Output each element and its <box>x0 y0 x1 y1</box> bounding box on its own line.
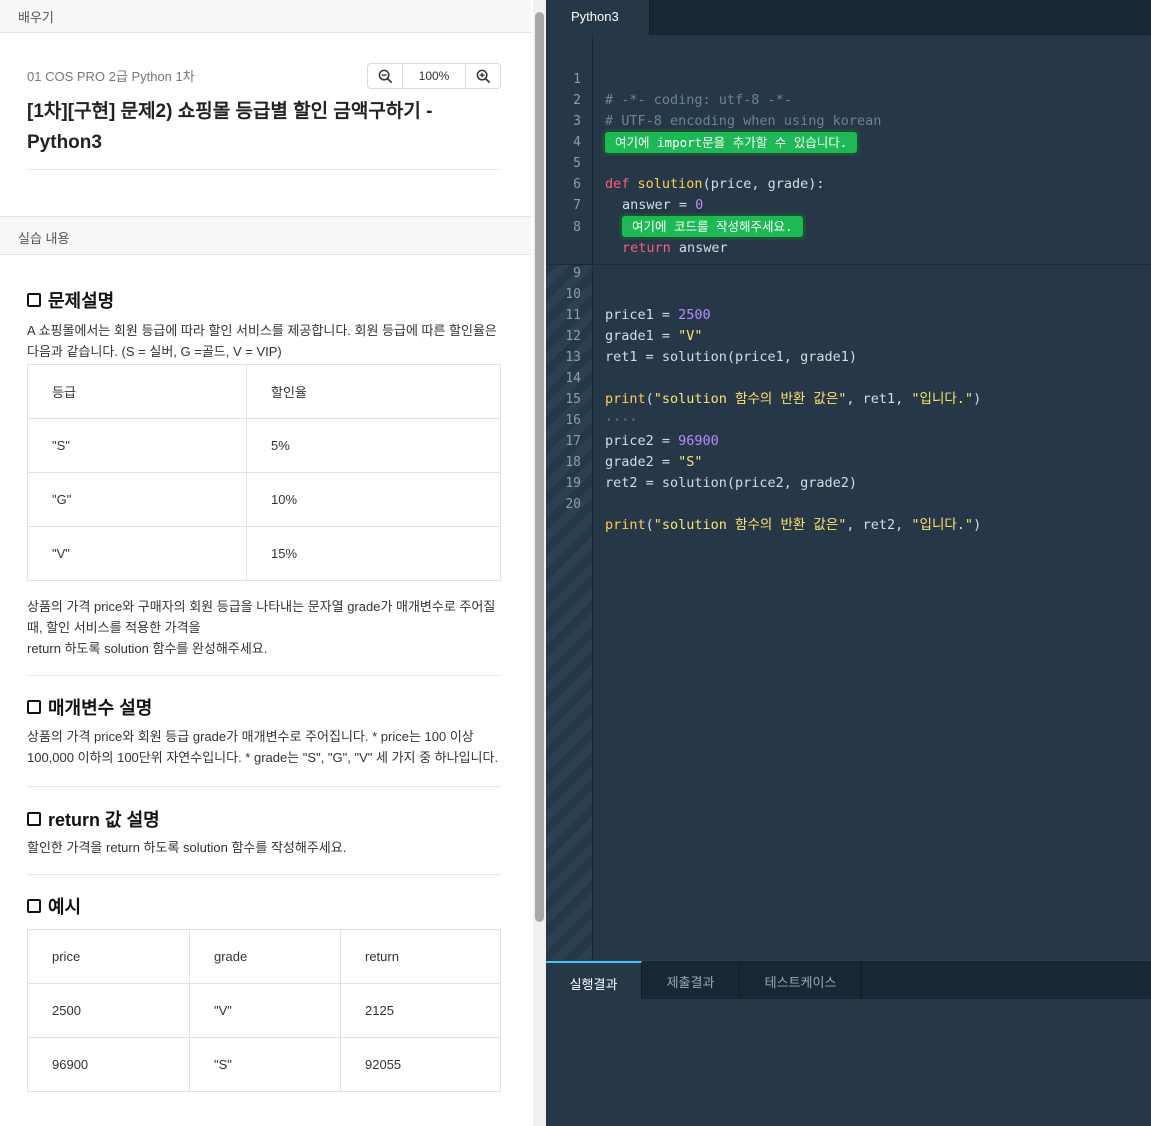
section-divider <box>27 874 501 875</box>
table-cell: "V" <box>27 526 247 581</box>
code-hint-badge: 여기에 코드를 작성해주세요. <box>622 216 803 237</box>
code-panel: Python3 1 # -*- coding: utf-8 -*- 2 # UT… <box>546 0 1151 1126</box>
learn-label: 배우기 <box>18 10 54 25</box>
section-title-return: return 값 설명 <box>27 805 501 833</box>
table-cell: 2500 <box>27 983 190 1038</box>
zoom-out-button[interactable] <box>368 64 402 88</box>
zoom-out-icon <box>378 69 392 83</box>
section-divider <box>27 786 501 787</box>
table-cell: "S" <box>27 418 247 473</box>
code-line[interactable]: 18 ret2 = solution(price2, grade2) <box>546 431 1151 491</box>
discount-table: 등급 할인율 "S" 5% "G" 10% "V" 15% <box>27 364 501 581</box>
code-line[interactable]: 14 print("solution 함수의 반환 값은", ret1, "입니… <box>546 347 1151 407</box>
output-area[interactable] <box>546 999 1151 1126</box>
problem-scrollbar[interactable] <box>533 0 546 1126</box>
section-title-example: 예시 <box>27 892 501 920</box>
table-header-row: price grade return <box>27 929 501 984</box>
tab-submit-result[interactable]: 제출결과 <box>642 961 740 1000</box>
zoom-in-icon <box>476 69 490 83</box>
table-cell: 96900 <box>27 1037 190 1092</box>
section-title-problem: 문제설명 <box>27 286 501 314</box>
table-header-row: 등급 할인율 <box>27 364 501 419</box>
code-line[interactable]: 8 return answer <box>546 196 1151 256</box>
result-tabbar: 실행결과 제출결과 테스트케이스 <box>546 960 1151 1000</box>
checkbox-square-icon <box>27 700 41 714</box>
problem-content: 문제설명 A 쇼핑몰에서는 회원 등급에 따라 할인 서비스를 제공합니다. 회… <box>0 255 531 1092</box>
tab-python3[interactable]: Python3 <box>546 0 650 35</box>
editor-tabbar: Python3 <box>546 0 1151 35</box>
example-table: price grade return 2500 "V" 2125 96900 "… <box>27 929 501 1092</box>
code-line[interactable]: 20 print("solution 함수의 반환 값은", ret2, "입니… <box>546 473 1151 533</box>
zoom-in-button[interactable] <box>466 64 500 88</box>
table-cell: 2125 <box>340 983 501 1038</box>
table-header-cell: return <box>340 929 501 984</box>
table-cell: 10% <box>246 472 501 527</box>
return-description: 할인한 가격을 return 하도록 solution 함수를 작성해주세요. <box>27 840 347 855</box>
table-cell: "G" <box>27 472 247 527</box>
checkbox-square-icon <box>27 293 41 307</box>
code-line[interactable]: 10 price1 = 2500 <box>546 263 1151 323</box>
header-divider <box>27 169 501 170</box>
problem-title: [1차][구현] 문제2) 쇼핑몰 등급별 할인 금액구하기 - Python3 <box>27 101 433 153</box>
tab-testcases[interactable]: 테스트케이스 <box>740 961 862 1000</box>
code-line[interactable]: 3 여기에 import문을 추가할 수 있습니다. <box>546 90 1151 153</box>
content-label: 실습 내용 <box>18 231 70 246</box>
table-cell: 92055 <box>340 1037 501 1092</box>
code-line[interactable]: 11 grade1 = "V" <box>546 284 1151 344</box>
checkbox-square-icon <box>27 899 41 913</box>
table-cell: "S" <box>189 1037 341 1092</box>
code-line[interactable]: 19 <box>546 452 1151 491</box>
scrollbar-thumb[interactable] <box>535 12 544 922</box>
problem-header: 01 COS PRO 2급 Python 1차 100% [1차][구현] 문제… <box>0 33 531 216</box>
problem-description-2: 상품의 가격 price와 구매자의 회원 등급을 나타내는 문자열 grade… <box>27 599 496 635</box>
table-row: 96900 "S" 92055 <box>27 1037 501 1092</box>
table-row: "G" 10% <box>27 472 501 527</box>
code-line[interactable]: 9 <box>546 242 1151 281</box>
problem-description: A 쇼핑몰에서는 회원 등급에 따라 할인 서비스를 제공합니다. 회원 등급에… <box>27 323 497 359</box>
checkbox-square-icon <box>27 812 41 826</box>
line-number: 8 <box>573 220 581 235</box>
code-line[interactable]: 5 def solution(price, grade): <box>546 132 1151 192</box>
table-row: "S" 5% <box>27 418 501 473</box>
code-line[interactable]: 6 answer = 0 <box>546 153 1151 213</box>
tab-run-result[interactable]: 실행결과 <box>546 961 642 1000</box>
code-line[interactable]: 15 ···· <box>546 368 1151 428</box>
table-header-cell: 할인율 <box>246 364 501 419</box>
zoom-control: 100% <box>367 63 501 89</box>
line-number: 20 <box>565 497 581 512</box>
table-header-cell: price <box>27 929 190 984</box>
content-header: 실습 내용 <box>0 216 531 255</box>
section-title-params: 매개변수 설명 <box>27 693 501 721</box>
code-line[interactable]: 2 # UTF-8 encoding when using korean <box>546 69 1151 129</box>
code-editor[interactable]: 1 # -*- coding: utf-8 -*- 2 # UTF-8 enco… <box>546 35 1151 960</box>
table-cell: 15% <box>246 526 501 581</box>
learn-header: 배우기 <box>0 0 531 33</box>
table-row: "V" 15% <box>27 526 501 581</box>
code-line[interactable]: 1 # -*- coding: utf-8 -*- <box>546 48 1151 108</box>
code-line[interactable]: 17 grade2 = "S" <box>546 410 1151 470</box>
code-line[interactable]: 4 <box>546 111 1151 150</box>
problem-panel: 배우기 01 COS PRO 2급 Python 1차 100% [1차][구현… <box>0 0 546 1126</box>
code-line[interactable]: 12 ret1 = solution(price1, grade1) <box>546 305 1151 365</box>
table-header-cell: 등급 <box>27 364 247 419</box>
code-line[interactable]: 16 price2 = 96900 <box>546 389 1151 449</box>
zoom-level: 100% <box>402 64 466 88</box>
problem-description-3: return 하도록 solution 함수를 완성해주세요. <box>27 641 268 656</box>
code-line[interactable]: 13 <box>546 326 1151 365</box>
table-row: 2500 "V" 2125 <box>27 983 501 1038</box>
table-cell: "V" <box>189 983 341 1038</box>
params-description: 상품의 가격 price와 회원 등급 grade가 매개변수로 주어집니다. … <box>27 729 499 765</box>
table-cell: 5% <box>246 418 501 473</box>
section-divider <box>27 675 501 676</box>
table-header-cell: grade <box>189 929 341 984</box>
code-line[interactable]: 7 여기에 코드를 작성해주세요. <box>546 174 1151 237</box>
